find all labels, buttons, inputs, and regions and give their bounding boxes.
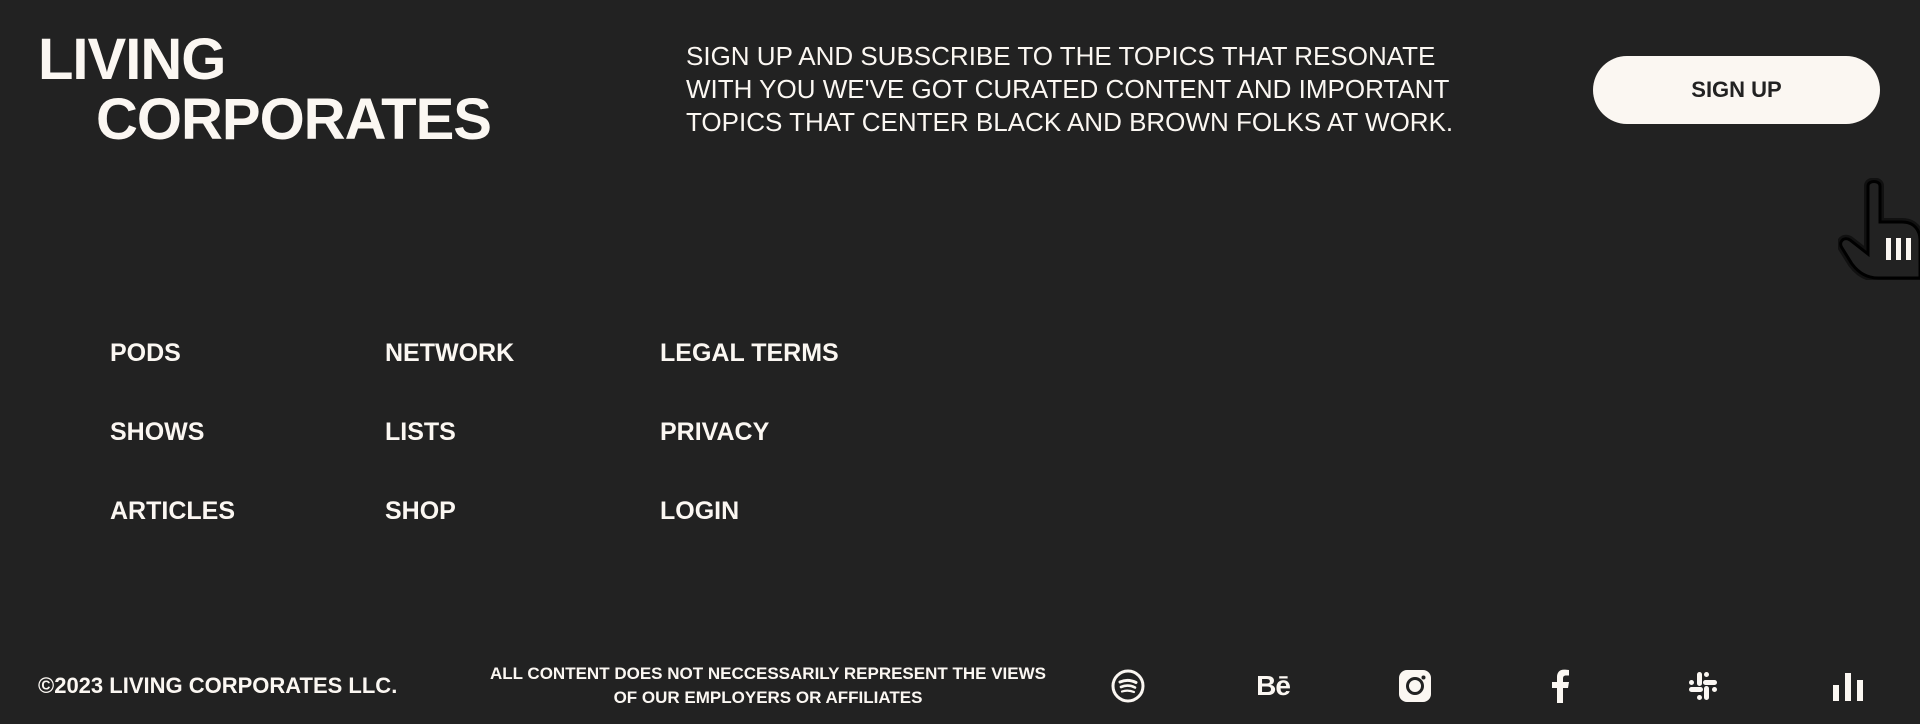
nav-link-lists[interactable]: LISTS bbox=[385, 417, 660, 447]
signup-description: SIGN UP AND SUBSCRIBE TO THE TOPICS THAT… bbox=[686, 41, 1454, 137]
behance-glyph: Bē bbox=[1256, 670, 1291, 701]
sign-up-button[interactable]: SIGN UP bbox=[1593, 56, 1880, 124]
nav-link-pods[interactable]: PODS bbox=[110, 338, 385, 368]
footer-nav: PODS SHOWS ARTICLES NETWORK LISTS SHOP L… bbox=[110, 338, 935, 575]
nav-column-1: PODS SHOWS ARTICLES bbox=[110, 338, 385, 575]
site-logo[interactable]: LIVING CORPORATES bbox=[38, 27, 492, 152]
nav-link-login[interactable]: LOGIN bbox=[660, 496, 935, 526]
slack-icon[interactable] bbox=[1681, 664, 1725, 708]
disclaimer-text: ALL CONTENT DOES NOT NECCESSARILY REPRES… bbox=[476, 662, 1060, 710]
instagram-icon[interactable] bbox=[1393, 664, 1437, 708]
logo-line-2: CORPORATES bbox=[96, 87, 492, 152]
facebook-icon[interactable] bbox=[1538, 664, 1582, 708]
spotify-icon[interactable] bbox=[1106, 664, 1150, 708]
nav-column-2: NETWORK LISTS SHOP bbox=[385, 338, 660, 575]
logo-line-1: LIVING bbox=[38, 27, 226, 92]
hand-pointer-cursor-icon bbox=[1838, 178, 1920, 280]
nav-link-articles[interactable]: ARTICLES bbox=[110, 496, 385, 526]
nav-column-3: LEGAL TERMS PRIVACY LOGIN bbox=[660, 338, 935, 575]
chart-icon[interactable] bbox=[1826, 664, 1870, 708]
behance-icon[interactable]: Bē bbox=[1249, 664, 1297, 708]
nav-link-network[interactable]: NETWORK bbox=[385, 338, 660, 368]
copyright-text: ©2023 LIVING CORPORATES LLC. bbox=[38, 673, 398, 698]
nav-link-shows[interactable]: SHOWS bbox=[110, 417, 385, 447]
nav-link-privacy[interactable]: PRIVACY bbox=[660, 417, 935, 447]
disclaimer-line-2: OF OUR EMPLOYERS OR AFFILIATES bbox=[613, 688, 923, 707]
nav-link-shop[interactable]: SHOP bbox=[385, 496, 660, 526]
disclaimer-line-1: ALL CONTENT DOES NOT NECCESSARILY REPRES… bbox=[489, 664, 1047, 683]
nav-link-legal-terms[interactable]: LEGAL TERMS bbox=[660, 338, 935, 368]
